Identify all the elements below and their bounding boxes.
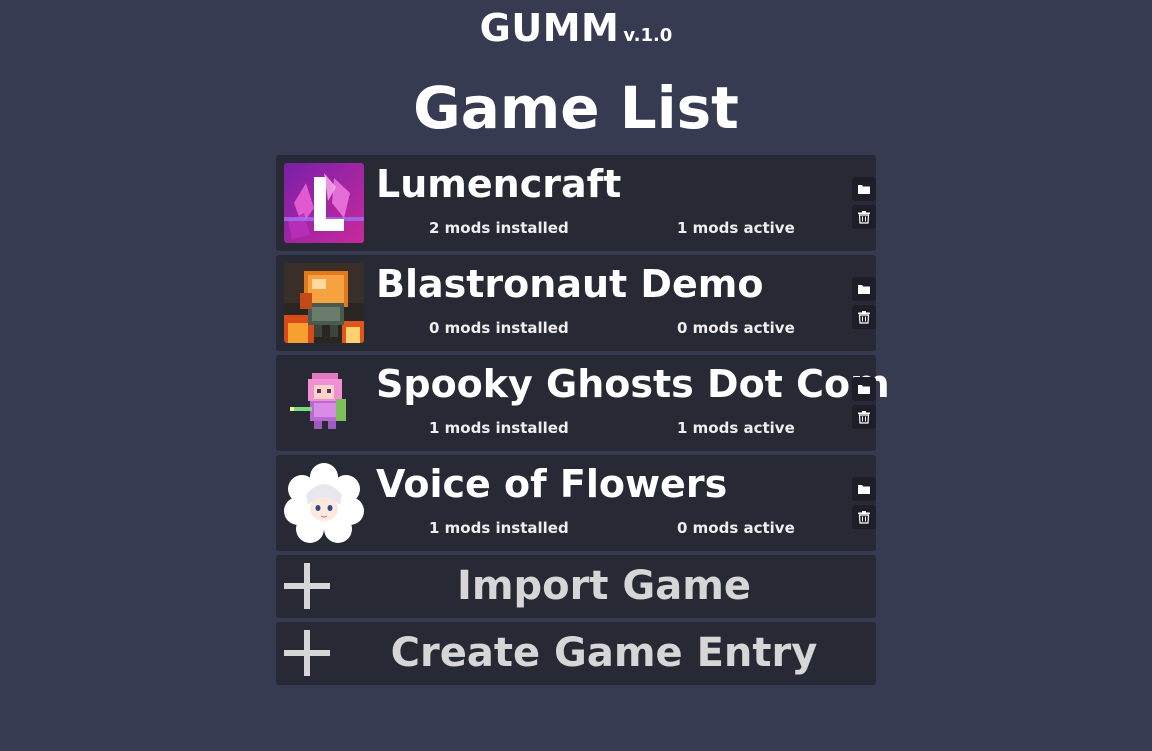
game-name: Spooky Ghosts Dot Com (376, 362, 890, 406)
game-card-blastronaut-demo[interactable]: Blastronaut Demo 0 mods installed 0 mods… (276, 255, 876, 351)
delete-game-button[interactable] (852, 405, 876, 429)
delete-game-button[interactable] (852, 505, 876, 529)
mods-installed-count: 1 mods installed (429, 519, 569, 537)
folder-icon (858, 285, 870, 294)
create-game-entry-label: Create Game Entry (390, 630, 818, 676)
astronaut-pixel-icon (284, 263, 364, 343)
delete-game-button[interactable] (852, 305, 876, 329)
import-game-label: Import Game (456, 563, 752, 609)
game-name: Voice of Flowers (376, 462, 728, 506)
folder-icon (858, 385, 870, 394)
game-card-spooky-ghosts-dot-com[interactable]: Spooky Ghosts Dot Com 1 mods installed 1… (276, 355, 890, 451)
folder-icon (858, 185, 870, 194)
page-title: Game List (413, 74, 739, 142)
open-folder-button[interactable] (852, 377, 876, 401)
mods-active-count: 1 mods active (677, 419, 795, 437)
open-folder-button[interactable] (852, 177, 876, 201)
trash-icon (858, 511, 870, 524)
game-list: Lumencraft 2 mods installed 1 mods activ… (276, 155, 890, 555)
create-game-entry-button[interactable]: Create Game Entry (276, 622, 876, 685)
game-name: Blastronaut Demo (376, 262, 764, 306)
import-game-button[interactable]: Import Game (276, 555, 876, 618)
lumencraft-logo-icon (284, 163, 364, 243)
trash-icon (858, 411, 870, 424)
delete-game-button[interactable] (852, 205, 876, 229)
trash-icon (858, 311, 870, 324)
app-name: GUMM (479, 6, 620, 50)
game-card-voice-of-flowers[interactable]: Voice of Flowers 1 mods installed 0 mods… (276, 455, 876, 551)
flower-character-icon (284, 463, 364, 543)
mods-active-count: 0 mods active (677, 319, 795, 337)
mods-installed-count: 2 mods installed (429, 219, 569, 237)
open-folder-button[interactable] (852, 277, 876, 301)
plus-icon (282, 628, 332, 678)
mods-active-count: 1 mods active (677, 219, 795, 237)
game-name: Lumencraft (376, 162, 622, 206)
ghost-girl-pixel-icon (284, 363, 364, 443)
plus-icon (282, 561, 332, 611)
app-root: GUMM v.1.0 Game List Lumencraft 2 mods i… (0, 0, 1152, 751)
app-header: GUMM v.1.0 (0, 6, 1152, 50)
mods-installed-count: 1 mods installed (429, 419, 569, 437)
mods-active-count: 0 mods active (677, 519, 795, 537)
mods-installed-count: 0 mods installed (429, 319, 569, 337)
folder-icon (858, 485, 870, 494)
app-version: v.1.0 (623, 25, 673, 46)
open-folder-button[interactable] (852, 477, 876, 501)
trash-icon (858, 211, 870, 224)
game-card-lumencraft[interactable]: Lumencraft 2 mods installed 1 mods activ… (276, 155, 876, 251)
